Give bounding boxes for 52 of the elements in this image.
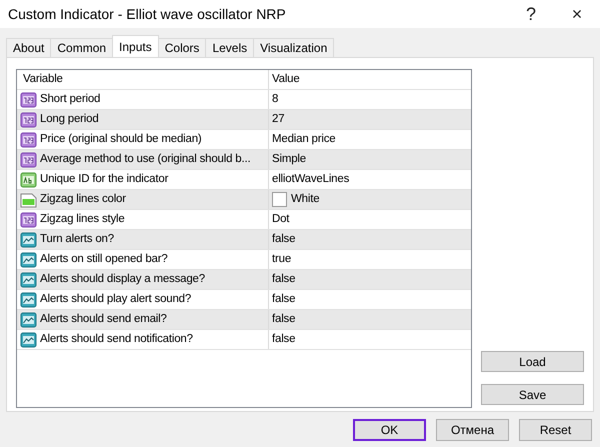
chart-icon	[20, 312, 37, 328]
window-title: Custom Indicator - Elliot wave oscillator NRP	[8, 4, 287, 24]
text-icon	[20, 172, 37, 188]
number-icon	[20, 212, 37, 228]
number-icon	[20, 132, 37, 148]
variable-name: Average method to use (original should b...	[40, 152, 250, 167]
tab[interactable]: About	[6, 38, 52, 57]
chart-icon	[20, 232, 37, 248]
variable-value[interactable]: Dot	[272, 210, 290, 228]
variable-value[interactable]: White	[291, 190, 320, 208]
variable-value[interactable]: false	[272, 290, 296, 308]
variable-name: Zigzag lines color	[40, 192, 126, 207]
variable-name: Alerts should display a message?	[40, 272, 205, 287]
variable-name: Turn alerts on?	[40, 232, 114, 247]
tab[interactable]: Inputs	[112, 35, 159, 57]
chart-icon	[20, 292, 37, 308]
chart-icon	[20, 272, 37, 288]
close-button[interactable]: ×	[554, 0, 600, 28]
number-icon	[20, 112, 37, 128]
variable-value[interactable]: 27	[272, 110, 284, 128]
variable-name: Unique ID for the indicator	[40, 172, 168, 187]
variable-value[interactable]: Simple	[272, 150, 306, 168]
variable-name: Price (original should be median)	[40, 132, 202, 147]
chart-icon	[20, 332, 37, 348]
variable-value[interactable]: 8	[272, 90, 278, 108]
load-button[interactable]: Load	[481, 351, 584, 372]
variable-name: Alerts should send email?	[40, 312, 167, 327]
save-button[interactable]: Save	[481, 384, 584, 405]
color-icon	[20, 192, 37, 208]
variable-name: Alerts should play alert sound?	[40, 292, 192, 307]
variable-value[interactable]: true	[272, 250, 292, 268]
variable-value[interactable]: false	[272, 230, 296, 248]
number-icon	[20, 152, 37, 168]
number-icon	[20, 92, 37, 108]
variable-name: Long period	[40, 112, 99, 127]
variable-name: Alerts should send notification?	[40, 332, 193, 347]
variable-name: Short period	[40, 92, 100, 107]
variable-value[interactable]: false	[272, 310, 296, 328]
tab[interactable]: Visualization	[253, 38, 334, 57]
chart-icon	[20, 252, 37, 268]
dialog-button[interactable]: Reset	[519, 419, 592, 441]
column-header: Variable	[23, 72, 63, 87]
variable-value[interactable]: false	[272, 270, 296, 288]
variable-name: Alerts on still opened bar?	[40, 252, 168, 267]
dialog-button[interactable]: Отмена	[436, 419, 509, 441]
dialog-button[interactable]: OK	[353, 419, 426, 441]
help-button[interactable]: ?	[508, 0, 554, 28]
variable-value[interactable]: elliotWaveLines	[272, 170, 350, 188]
column-header: Value	[272, 72, 300, 87]
variable-name: Zigzag lines style	[40, 212, 125, 227]
variable-value[interactable]: Median price	[272, 130, 336, 148]
variable-value[interactable]: false	[272, 330, 296, 348]
